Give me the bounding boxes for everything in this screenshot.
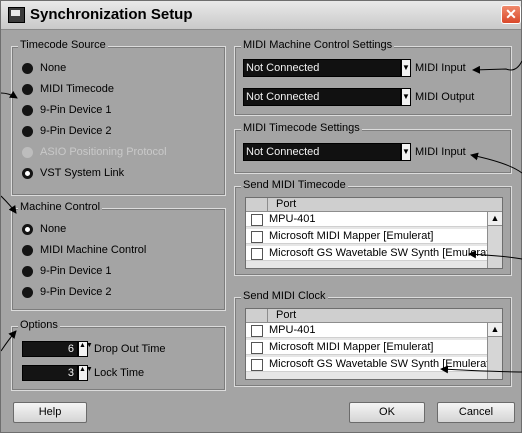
- drop-out-time-label: Drop Out Time: [94, 343, 166, 355]
- radio-icon[interactable]: [22, 266, 33, 277]
- timecode-source-group: Timecode Source None MIDI Timecode 9-Pin…: [11, 39, 226, 196]
- list-item[interactable]: Microsoft MIDI Mapper [Emulerat]: [246, 340, 488, 355]
- list-item[interactable]: MPU-401: [246, 212, 488, 227]
- close-button[interactable]: ✕: [501, 5, 521, 24]
- options-group: Options 6 ▲▼ Drop Out Time 3 ▲▼ Lock Tim…: [11, 319, 226, 391]
- radio-label: 9-Pin Device 1: [40, 265, 112, 277]
- radio-icon: [22, 147, 33, 158]
- dropdown-arrow-icon[interactable]: ▼: [401, 143, 411, 161]
- list-item[interactable]: Microsoft GS Wavetable SW Synth [Emulera…: [246, 357, 488, 372]
- checkbox[interactable]: [251, 342, 263, 354]
- options-legend: Options: [18, 319, 60, 331]
- lock-time-spinner-icon[interactable]: ▲▼: [78, 365, 93, 381]
- list-header: Port: [246, 198, 502, 212]
- radio-label: MIDI Timecode: [40, 83, 114, 95]
- send-clock-legend: Send MIDI Clock: [241, 290, 328, 302]
- mtc-settings-group: MIDI Timecode Settings Not Connected ▼ M…: [234, 122, 512, 174]
- radio-icon[interactable]: [22, 84, 33, 95]
- dropdown-arrow-icon[interactable]: ▼: [401, 59, 411, 77]
- send-mtc-group: Send MIDI Timecode Port MPU-401 Microsof…: [234, 179, 512, 276]
- radio-icon[interactable]: [22, 105, 33, 116]
- radio-icon[interactable]: [22, 126, 33, 137]
- list-item[interactable]: MPU-401: [246, 323, 488, 338]
- checkbox[interactable]: [251, 231, 263, 243]
- checkbox[interactable]: [251, 325, 263, 337]
- radio-icon[interactable]: [22, 63, 33, 74]
- mmc-output-dropdown[interactable]: Not Connected: [243, 88, 401, 106]
- list-header: Port: [246, 309, 502, 323]
- dropdown-value: Not Connected: [246, 62, 320, 74]
- mtc-input-dropdown[interactable]: Not Connected: [243, 143, 401, 161]
- list-header-check-column: [246, 309, 268, 322]
- timecode-source-legend: Timecode Source: [18, 39, 108, 51]
- app-icon: [8, 7, 25, 23]
- dropdown-value: Not Connected: [246, 91, 320, 103]
- radio-label: ASIO Positioning Protocol: [40, 146, 167, 158]
- ok-button[interactable]: OK: [349, 402, 425, 423]
- port-name: MPU-401: [269, 324, 316, 336]
- mtc-input-label: MIDI Input: [415, 146, 466, 158]
- machine-control-group: Machine Control None MIDI Machine Contro…: [11, 201, 226, 311]
- mtc-settings-legend: MIDI Timecode Settings: [241, 122, 362, 134]
- checkbox[interactable]: [251, 248, 263, 260]
- vertical-scrollbar[interactable]: ▲: [487, 323, 502, 379]
- list-item[interactable]: Microsoft MIDI Mapper [Emulerat]: [246, 229, 488, 244]
- list-header-port: Port: [276, 198, 297, 210]
- checkbox[interactable]: [251, 214, 263, 226]
- checkbox[interactable]: [251, 359, 263, 371]
- radio-icon[interactable]: [22, 245, 33, 256]
- port-name: Microsoft MIDI Mapper [Emulerat]: [269, 230, 434, 242]
- lock-time-label: Lock Time: [94, 367, 145, 379]
- send-mtc-port-list[interactable]: Port MPU-401 Microsoft MIDI Mapper [Emul…: [245, 197, 503, 269]
- mmc-output-label: MIDI Output: [415, 91, 475, 103]
- scroll-up-icon[interactable]: ▲: [488, 323, 502, 337]
- mmc-settings-legend: MIDI Machine Control Settings: [241, 39, 395, 51]
- radio-label: None: [40, 62, 67, 74]
- mmc-input-dropdown[interactable]: Not Connected: [243, 59, 401, 77]
- radio-selected-icon[interactable]: [22, 168, 33, 179]
- radio-label: 9-Pin Device 2: [40, 286, 112, 298]
- list-header-port: Port: [276, 309, 297, 321]
- lock-time-field[interactable]: 3: [22, 365, 78, 381]
- radio-label: VST System Link: [40, 167, 125, 179]
- list-header-check-column: [246, 198, 268, 211]
- port-name: Microsoft GS Wavetable SW Synth [Emulera…: [269, 247, 488, 259]
- list-item[interactable]: Microsoft GS Wavetable SW Synth [Emulera…: [246, 246, 488, 261]
- mmc-input-label: MIDI Input: [415, 62, 466, 74]
- radio-label: MIDI Machine Control: [40, 244, 147, 256]
- scroll-up-icon[interactable]: ▲: [488, 212, 502, 226]
- radio-icon[interactable]: [22, 287, 33, 298]
- dropdown-value: Not Connected: [246, 146, 320, 158]
- send-clock-group: Send MIDI Clock Port MPU-401 Microsoft M…: [234, 290, 512, 387]
- vertical-scrollbar[interactable]: ▲: [487, 212, 502, 268]
- help-button[interactable]: Help: [13, 402, 87, 423]
- radio-selected-icon[interactable]: [22, 224, 33, 235]
- machine-control-legend: Machine Control: [18, 201, 103, 213]
- radio-label: None: [40, 223, 67, 235]
- sync-setup-window: Synchronization Setup ✕ Timecode Source …: [0, 0, 522, 433]
- port-name: Microsoft GS Wavetable SW Synth [Emulera…: [269, 358, 488, 370]
- radio-label: 9-Pin Device 1: [40, 104, 112, 116]
- port-name: Microsoft MIDI Mapper [Emulerat]: [269, 341, 434, 353]
- send-mtc-legend: Send MIDI Timecode: [241, 179, 348, 191]
- drop-out-time-field[interactable]: 6: [22, 341, 78, 357]
- radio-label: 9-Pin Device 2: [40, 125, 112, 137]
- send-clock-port-list[interactable]: Port MPU-401 Microsoft MIDI Mapper [Emul…: [245, 308, 503, 380]
- dropdown-arrow-icon[interactable]: ▼: [401, 88, 411, 106]
- drop-out-time-spinner-icon[interactable]: ▲▼: [78, 341, 93, 357]
- cancel-button[interactable]: Cancel: [437, 402, 515, 423]
- title-bar: Synchronization Setup ✕: [1, 1, 521, 30]
- port-name: MPU-401: [269, 213, 316, 225]
- window-title: Synchronization Setup: [30, 6, 193, 23]
- mmc-settings-group: MIDI Machine Control Settings Not Connec…: [234, 39, 512, 116]
